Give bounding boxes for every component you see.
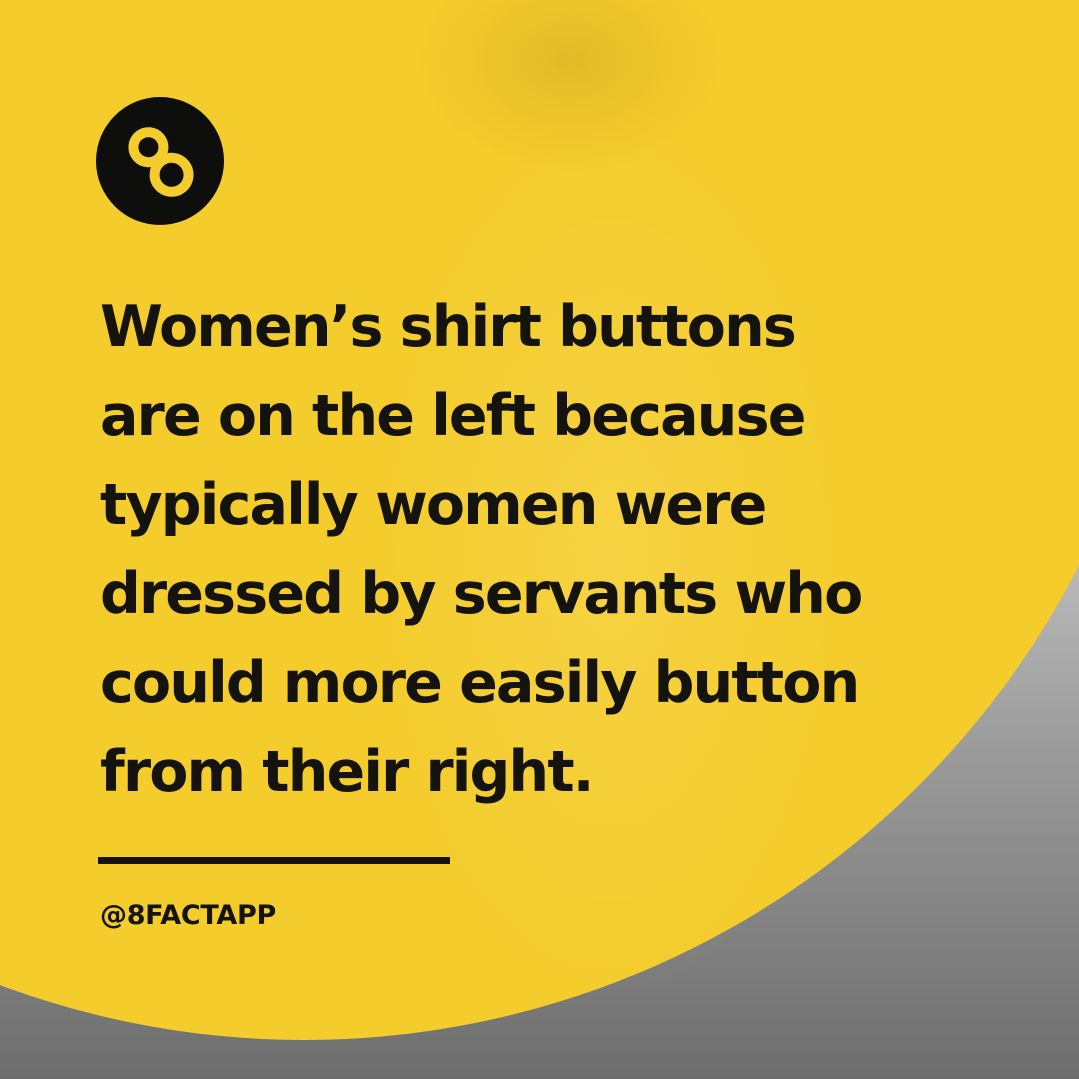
- fact-line: are on the left because: [100, 383, 806, 449]
- fact-line: Women’s shirt buttons: [100, 294, 797, 360]
- figure-eight-icon: [128, 127, 194, 197]
- fact-card: Women’s shirt buttons are on the left be…: [0, 0, 1079, 1079]
- brand-logo: [96, 97, 224, 225]
- fact-line: from their right.: [100, 739, 594, 805]
- fact-line: could more easily button: [100, 650, 860, 716]
- social-handle: @8FACTAPP: [100, 900, 276, 931]
- fact-line: typically women were: [100, 472, 767, 538]
- divider: [98, 857, 450, 864]
- fact-text: Women’s shirt buttons are on the left be…: [100, 283, 1000, 817]
- fact-line: dressed by servants who: [100, 561, 863, 627]
